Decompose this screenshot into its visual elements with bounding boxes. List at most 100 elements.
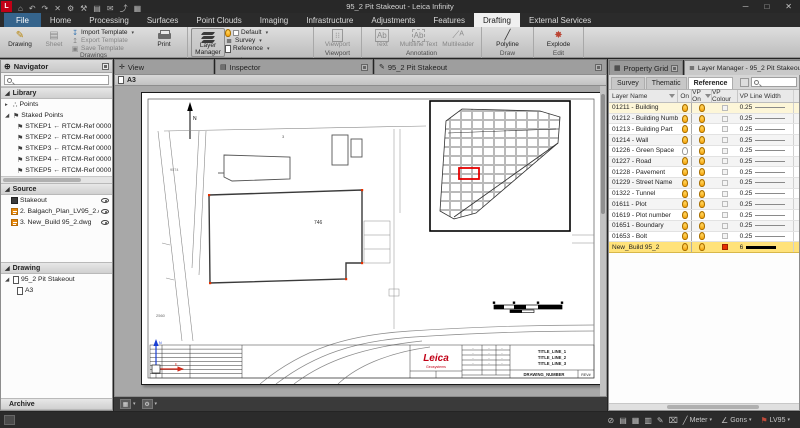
vp-colour-swatch[interactable] <box>722 137 728 143</box>
tree-item-staked-point[interactable]: ⚑STKEP2 ← RTCM-Ref 0000 (07/10 <box>1 132 112 143</box>
grid-icon[interactable]: ▦ <box>632 416 640 425</box>
vp-colour-swatch[interactable] <box>722 191 728 197</box>
vp-colour-swatch[interactable] <box>722 180 728 186</box>
bulb-vp-on-icon[interactable] <box>699 222 705 230</box>
layer-on-cell[interactable] <box>678 189 692 199</box>
bulb-on-icon[interactable] <box>682 243 688 251</box>
view-settings-button[interactable]: ⚙ <box>142 399 153 409</box>
layer-row[interactable]: 01227 - Road0.25 <box>609 157 799 168</box>
visibility-eye-icon[interactable] <box>101 209 109 214</box>
ribbon-tab-home[interactable]: Home <box>41 13 80 27</box>
layer-on-cell[interactable] <box>678 210 692 220</box>
vp-colour-swatch[interactable] <box>722 148 728 154</box>
column-on[interactable]: On <box>678 90 692 102</box>
layer-vp-colour-cell[interactable] <box>712 244 738 250</box>
subtab-survey[interactable]: Survey <box>611 77 645 89</box>
settings-icon[interactable]: ⚙ <box>67 4 74 13</box>
layer-table-hscrollbar[interactable] <box>609 403 799 410</box>
bulb-on-icon[interactable] <box>682 125 688 133</box>
section-archive[interactable]: Archive <box>1 398 112 410</box>
tree-item-staked-points[interactable]: ◢⚑ Staked Points <box>1 110 112 121</box>
canvas-vscrollbar[interactable] <box>600 86 606 396</box>
layer-row[interactable]: 01226 - Green Space0.25 <box>609 146 799 157</box>
pin-icon[interactable] <box>102 63 109 70</box>
bulb-vp-on-icon[interactable] <box>699 190 705 198</box>
subtab-thematic[interactable]: Thematic <box>646 77 687 89</box>
ribbon-tab-imaging[interactable]: Imaging <box>251 13 297 27</box>
table-icon[interactable]: ▥ <box>644 416 652 425</box>
vp-colour-swatch[interactable] <box>722 169 728 175</box>
bulb-on-icon[interactable] <box>682 168 688 176</box>
layer-vp-width-cell[interactable]: 0.25 <box>738 126 793 133</box>
bulb-on-icon[interactable] <box>682 232 688 240</box>
save-template-button[interactable]: ▣ Save Template <box>71 45 147 52</box>
status-unit-meter[interactable]: ╱Meter▾ <box>683 416 716 425</box>
vp-colour-swatch[interactable] <box>722 158 728 164</box>
view-mode-button[interactable]: ▦ <box>120 399 131 409</box>
tree-item-staked-point[interactable]: ⚑STKEP5 ← RTCM-Ref 0000 (07/10 <box>1 165 112 176</box>
report-icon[interactable]: ▤ <box>93 4 101 13</box>
tab-property-grid[interactable]: ▦ Property Grid <box>609 60 683 75</box>
column-vp-colour[interactable]: VP Colour <box>712 90 738 102</box>
source-item[interactable]: Stakeout <box>1 195 112 206</box>
text-button[interactable]: Ab Text <box>365 28 399 49</box>
bulb-on-icon[interactable] <box>682 136 688 144</box>
ribbon-tab-infrastructure[interactable]: Infrastructure <box>297 13 362 27</box>
export-template-button[interactable]: ↥ Export Template <box>71 37 147 44</box>
minimize-button[interactable]: ─ <box>735 2 757 11</box>
ribbon-tab-surfaces[interactable]: Surfaces <box>138 13 188 27</box>
section-drawing[interactable]: ◢Drawing <box>1 262 112 274</box>
section-source[interactable]: ◢Source <box>1 183 112 195</box>
tree-item-drawing-root[interactable]: ◢ 95_2 Pit Stakeout <box>1 274 112 285</box>
layer-vp-colour-cell[interactable] <box>712 191 738 197</box>
column-vp-line-width[interactable]: VP Line Width <box>738 90 793 102</box>
tree-item-staked-point[interactable]: ⚑STKEP1 ← RTCM-Ref 0000 (07/10 <box>1 121 112 132</box>
tree-item-points[interactable]: ▸∴ Points <box>1 99 112 110</box>
library-hscrollbar[interactable] <box>1 176 112 183</box>
source-item[interactable]: 2. Balgach_Plan_LV95_2.dwg <box>1 206 112 217</box>
reference-layer-select[interactable]: Reference▾ <box>225 45 297 52</box>
import-template-button[interactable]: ↧ Import Template▾ <box>71 29 147 36</box>
layer-row[interactable]: 01651 - Boundary0.25 <box>609 221 799 232</box>
bulb-vp-on-icon[interactable] <box>699 157 705 165</box>
close-button[interactable]: ✕ <box>777 2 800 11</box>
tree-item-staked-point[interactable]: ⚑STKEP3 ← RTCM-Ref 0000 (07/10 <box>1 143 112 154</box>
drawing-canvas[interactable]: N <box>114 86 607 397</box>
tree-item-sheet-a3[interactable]: A3 <box>1 285 112 296</box>
bulb-vp-on-icon[interactable] <box>699 136 705 144</box>
bulb-on-icon[interactable] <box>682 200 688 208</box>
vp-colour-swatch[interactable] <box>722 223 728 229</box>
survey-layer-select[interactable]: ≣ Survey▾ <box>225 37 297 44</box>
vp-colour-swatch[interactable] <box>722 233 728 239</box>
tree-item-staked-point[interactable]: ⚑STKEP4 ← RTCM-Ref 0000 (07/10 <box>1 154 112 165</box>
layer-vp-colour-cell[interactable] <box>712 137 738 143</box>
bulb-on-icon[interactable] <box>682 147 688 155</box>
layer-row[interactable]: 01228 - Pavement0.25 <box>609 167 799 178</box>
bulb-on-icon[interactable] <box>682 115 688 123</box>
layer-on-cell[interactable] <box>678 146 692 156</box>
print-button[interactable]: Print <box>147 28 181 49</box>
layer-vp-width-cell[interactable]: 0.25 <box>738 147 793 154</box>
status-unit-gons[interactable]: ∠Gons▾ <box>721 416 755 425</box>
layer-vp-on-cell[interactable] <box>692 190 712 198</box>
redo-icon[interactable]: ↷ <box>42 4 49 13</box>
visibility-eye-icon[interactable] <box>101 198 109 203</box>
bulb-vp-on-icon[interactable] <box>699 115 705 123</box>
source-item[interactable]: 3. New_Build 95_2.dwg <box>1 217 112 228</box>
layer-vp-on-cell[interactable] <box>692 222 712 230</box>
layer-row[interactable]: 01212 - Building Number0.25 <box>609 114 799 125</box>
layer-row[interactable]: New_Build 95_26 <box>609 242 799 253</box>
bulb-on-icon[interactable] <box>682 179 688 187</box>
snap-icon[interactable]: ⊘ <box>607 416 614 425</box>
layer-vp-on-cell[interactable] <box>692 200 712 208</box>
layer-tool-icon[interactable] <box>740 78 749 87</box>
layer-vp-colour-cell[interactable] <box>712 116 738 122</box>
layer-vp-width-cell[interactable]: 0.25 <box>738 190 793 197</box>
layer-vp-on-cell[interactable] <box>692 179 712 187</box>
column-vp-on[interactable]: VP On <box>692 90 712 102</box>
layer-vp-width-cell[interactable]: 0.25 <box>738 158 793 165</box>
layer-row[interactable]: 01213 - Building Part0.25 <box>609 124 799 135</box>
layer-row[interactable]: 01229 - Street Name0.25 <box>609 178 799 189</box>
tools-icon[interactable]: ⚒ <box>80 4 87 13</box>
bulb-on-icon[interactable] <box>682 157 688 165</box>
